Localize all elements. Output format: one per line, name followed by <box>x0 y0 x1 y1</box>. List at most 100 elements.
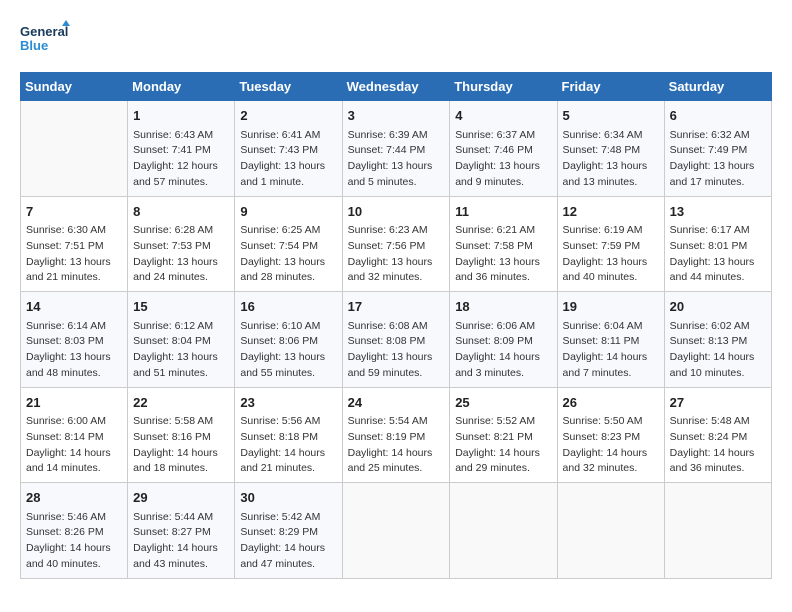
day-info: Sunrise: 6:12 AMSunset: 8:04 PMDaylight:… <box>133 319 229 382</box>
day-info: Sunrise: 6:00 AMSunset: 8:14 PMDaylight:… <box>26 414 122 477</box>
day-info: Sunrise: 5:52 AMSunset: 8:21 PMDaylight:… <box>455 414 551 477</box>
calendar-week-row: 21Sunrise: 6:00 AMSunset: 8:14 PMDayligh… <box>21 387 772 483</box>
day-number: 15 <box>133 297 229 317</box>
calendar-cell <box>557 483 664 579</box>
day-info: Sunrise: 6:14 AMSunset: 8:03 PMDaylight:… <box>26 319 122 382</box>
day-info: Sunrise: 6:17 AMSunset: 8:01 PMDaylight:… <box>670 223 766 286</box>
day-number: 8 <box>133 202 229 222</box>
day-info: Sunrise: 6:23 AMSunset: 7:56 PMDaylight:… <box>348 223 445 286</box>
calendar-cell: 26Sunrise: 5:50 AMSunset: 8:23 PMDayligh… <box>557 387 664 483</box>
calendar-cell: 25Sunrise: 5:52 AMSunset: 8:21 PMDayligh… <box>450 387 557 483</box>
calendar-cell: 27Sunrise: 5:48 AMSunset: 8:24 PMDayligh… <box>664 387 771 483</box>
calendar-cell: 16Sunrise: 6:10 AMSunset: 8:06 PMDayligh… <box>235 292 342 388</box>
header-friday: Friday <box>557 73 664 101</box>
calendar-cell: 7Sunrise: 6:30 AMSunset: 7:51 PMDaylight… <box>21 196 128 292</box>
day-number: 2 <box>240 106 336 126</box>
day-number: 11 <box>455 202 551 222</box>
day-number: 6 <box>670 106 766 126</box>
day-info: Sunrise: 6:43 AMSunset: 7:41 PMDaylight:… <box>133 128 229 191</box>
calendar-cell: 28Sunrise: 5:46 AMSunset: 8:26 PMDayligh… <box>21 483 128 579</box>
day-info: Sunrise: 6:28 AMSunset: 7:53 PMDaylight:… <box>133 223 229 286</box>
calendar-cell: 14Sunrise: 6:14 AMSunset: 8:03 PMDayligh… <box>21 292 128 388</box>
day-info: Sunrise: 6:04 AMSunset: 8:11 PMDaylight:… <box>563 319 659 382</box>
calendar-week-row: 14Sunrise: 6:14 AMSunset: 8:03 PMDayligh… <box>21 292 772 388</box>
day-info: Sunrise: 5:44 AMSunset: 8:27 PMDaylight:… <box>133 510 229 573</box>
day-info: Sunrise: 6:06 AMSunset: 8:09 PMDaylight:… <box>455 319 551 382</box>
calendar-cell <box>342 483 450 579</box>
day-number: 23 <box>240 393 336 413</box>
logo-svg: General Blue <box>20 20 70 62</box>
day-info: Sunrise: 6:08 AMSunset: 8:08 PMDaylight:… <box>348 319 445 382</box>
day-info: Sunrise: 5:48 AMSunset: 8:24 PMDaylight:… <box>670 414 766 477</box>
page-header: General Blue <box>20 20 772 62</box>
day-number: 1 <box>133 106 229 126</box>
calendar-cell: 30Sunrise: 5:42 AMSunset: 8:29 PMDayligh… <box>235 483 342 579</box>
calendar-cell: 2Sunrise: 6:41 AMSunset: 7:43 PMDaylight… <box>235 101 342 197</box>
day-number: 4 <box>455 106 551 126</box>
day-info: Sunrise: 5:46 AMSunset: 8:26 PMDaylight:… <box>26 510 122 573</box>
svg-text:Blue: Blue <box>20 38 48 53</box>
day-number: 28 <box>26 488 122 508</box>
calendar-cell: 29Sunrise: 5:44 AMSunset: 8:27 PMDayligh… <box>128 483 235 579</box>
header-tuesday: Tuesday <box>235 73 342 101</box>
header-thursday: Thursday <box>450 73 557 101</box>
day-number: 20 <box>670 297 766 317</box>
header-saturday: Saturday <box>664 73 771 101</box>
header-wednesday: Wednesday <box>342 73 450 101</box>
day-info: Sunrise: 6:34 AMSunset: 7:48 PMDaylight:… <box>563 128 659 191</box>
day-number: 12 <box>563 202 659 222</box>
day-info: Sunrise: 6:10 AMSunset: 8:06 PMDaylight:… <box>240 319 336 382</box>
day-number: 18 <box>455 297 551 317</box>
calendar-cell: 24Sunrise: 5:54 AMSunset: 8:19 PMDayligh… <box>342 387 450 483</box>
day-info: Sunrise: 5:58 AMSunset: 8:16 PMDaylight:… <box>133 414 229 477</box>
calendar-cell: 21Sunrise: 6:00 AMSunset: 8:14 PMDayligh… <box>21 387 128 483</box>
calendar-cell: 12Sunrise: 6:19 AMSunset: 7:59 PMDayligh… <box>557 196 664 292</box>
calendar-cell <box>450 483 557 579</box>
calendar-header-row: SundayMondayTuesdayWednesdayThursdayFrid… <box>21 73 772 101</box>
calendar-cell: 5Sunrise: 6:34 AMSunset: 7:48 PMDaylight… <box>557 101 664 197</box>
day-number: 16 <box>240 297 336 317</box>
day-number: 26 <box>563 393 659 413</box>
calendar-table: SundayMondayTuesdayWednesdayThursdayFrid… <box>20 72 772 579</box>
day-number: 25 <box>455 393 551 413</box>
day-info: Sunrise: 6:32 AMSunset: 7:49 PMDaylight:… <box>670 128 766 191</box>
calendar-cell: 15Sunrise: 6:12 AMSunset: 8:04 PMDayligh… <box>128 292 235 388</box>
calendar-cell: 17Sunrise: 6:08 AMSunset: 8:08 PMDayligh… <box>342 292 450 388</box>
header-sunday: Sunday <box>21 73 128 101</box>
day-number: 10 <box>348 202 445 222</box>
calendar-cell: 20Sunrise: 6:02 AMSunset: 8:13 PMDayligh… <box>664 292 771 388</box>
day-number: 24 <box>348 393 445 413</box>
svg-text:General: General <box>20 24 68 39</box>
calendar-cell: 9Sunrise: 6:25 AMSunset: 7:54 PMDaylight… <box>235 196 342 292</box>
day-number: 30 <box>240 488 336 508</box>
calendar-cell: 18Sunrise: 6:06 AMSunset: 8:09 PMDayligh… <box>450 292 557 388</box>
calendar-cell: 10Sunrise: 6:23 AMSunset: 7:56 PMDayligh… <box>342 196 450 292</box>
day-number: 7 <box>26 202 122 222</box>
calendar-week-row: 1Sunrise: 6:43 AMSunset: 7:41 PMDaylight… <box>21 101 772 197</box>
day-number: 27 <box>670 393 766 413</box>
calendar-cell: 13Sunrise: 6:17 AMSunset: 8:01 PMDayligh… <box>664 196 771 292</box>
calendar-cell <box>664 483 771 579</box>
calendar-cell: 1Sunrise: 6:43 AMSunset: 7:41 PMDaylight… <box>128 101 235 197</box>
logo: General Blue <box>20 20 70 62</box>
day-number: 3 <box>348 106 445 126</box>
day-number: 13 <box>670 202 766 222</box>
calendar-cell: 6Sunrise: 6:32 AMSunset: 7:49 PMDaylight… <box>664 101 771 197</box>
day-info: Sunrise: 6:02 AMSunset: 8:13 PMDaylight:… <box>670 319 766 382</box>
day-number: 21 <box>26 393 122 413</box>
day-info: Sunrise: 6:37 AMSunset: 7:46 PMDaylight:… <box>455 128 551 191</box>
day-info: Sunrise: 6:19 AMSunset: 7:59 PMDaylight:… <box>563 223 659 286</box>
calendar-cell: 8Sunrise: 6:28 AMSunset: 7:53 PMDaylight… <box>128 196 235 292</box>
day-number: 29 <box>133 488 229 508</box>
calendar-cell: 3Sunrise: 6:39 AMSunset: 7:44 PMDaylight… <box>342 101 450 197</box>
day-info: Sunrise: 5:50 AMSunset: 8:23 PMDaylight:… <box>563 414 659 477</box>
day-number: 17 <box>348 297 445 317</box>
calendar-week-row: 7Sunrise: 6:30 AMSunset: 7:51 PMDaylight… <box>21 196 772 292</box>
calendar-cell: 4Sunrise: 6:37 AMSunset: 7:46 PMDaylight… <box>450 101 557 197</box>
day-info: Sunrise: 5:54 AMSunset: 8:19 PMDaylight:… <box>348 414 445 477</box>
day-number: 19 <box>563 297 659 317</box>
calendar-cell: 11Sunrise: 6:21 AMSunset: 7:58 PMDayligh… <box>450 196 557 292</box>
day-info: Sunrise: 6:30 AMSunset: 7:51 PMDaylight:… <box>26 223 122 286</box>
calendar-week-row: 28Sunrise: 5:46 AMSunset: 8:26 PMDayligh… <box>21 483 772 579</box>
header-monday: Monday <box>128 73 235 101</box>
